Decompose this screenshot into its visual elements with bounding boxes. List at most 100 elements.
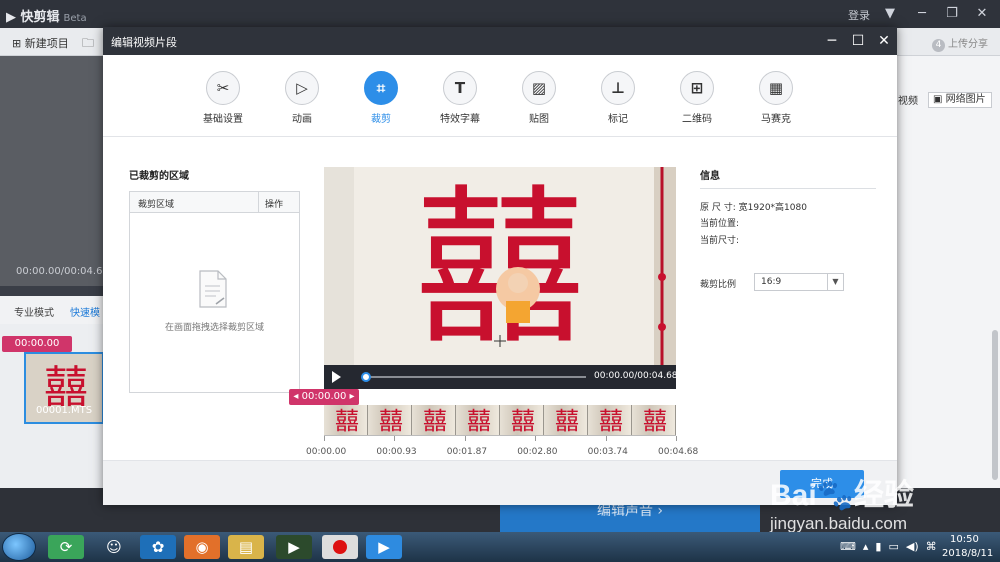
- windows-taskbar: ⟳ ☺ ✿ ◉ ▤ ▶ ▶ ⌨ ▴ ▮ ▭ ◀) ⌘: [0, 532, 1000, 562]
- crop-icon: ⌗: [364, 71, 398, 105]
- tab-mosaic[interactable]: ▦ 马赛克: [741, 71, 811, 125]
- minimize-icon[interactable]: ─: [910, 4, 934, 24]
- filmstrip-frame: 囍: [500, 405, 544, 435]
- baidu-logo-cn: 经验: [854, 479, 915, 512]
- column-action: 操作: [265, 200, 284, 210]
- current-position-label: 当前位置:: [700, 219, 740, 229]
- volume-icon[interactable]: ◀): [906, 540, 919, 553]
- network-icon[interactable]: ▭: [888, 540, 898, 553]
- clock-date[interactable]: 2018/8/11: [942, 548, 993, 559]
- app-logo: ▶ 快剪辑 Beta: [6, 6, 87, 25]
- crop-ratio-label: 裁剪比例: [700, 280, 737, 290]
- qq-icon[interactable]: ☺: [96, 535, 132, 559]
- login-link[interactable]: 登录: [848, 7, 870, 23]
- network-image-button[interactable]: ▣ 网络图片: [928, 92, 992, 108]
- svg-text:囍: 囍: [555, 407, 579, 433]
- video-canvas[interactable]: 囍: [324, 167, 676, 389]
- app-title-suffix: Beta: [63, 13, 87, 24]
- app-tab-icon[interactable]: ▶: [276, 535, 312, 559]
- keyboard-icon[interactable]: ⌨: [840, 540, 856, 553]
- player-time: 00:00.00/00:04.68: [594, 371, 678, 381]
- cropped-areas-title: 已裁剪的区域: [129, 171, 189, 182]
- text-t-icon: T: [443, 71, 477, 105]
- original-size-row: 原 尺 寸: 宽1920*高1080: [700, 200, 807, 213]
- panel-scrollbar[interactable]: [992, 330, 998, 480]
- tab-crop[interactable]: ⌗ 裁剪: [346, 71, 416, 125]
- baidu-watermark: Bai🐾经验 jingyan.baidu.com: [770, 462, 980, 542]
- app-preview-timecode: 00:00.00/00:04.68: [16, 266, 109, 277]
- progress-bar[interactable]: [362, 376, 586, 378]
- device-icon[interactable]: ▮: [875, 540, 881, 553]
- player-controls: 00:00.00/00:04.68: [324, 365, 678, 389]
- mosaic-icon: ▦: [759, 71, 793, 105]
- record-icon[interactable]: [322, 535, 358, 559]
- edit-audio-label: 编辑声音: [596, 503, 653, 519]
- filmstrip-frame: 囍: [412, 405, 456, 435]
- ruler-tick: [324, 436, 325, 441]
- tab-label: 特效字幕: [440, 114, 480, 125]
- maximize-icon[interactable]: ☐: [847, 31, 869, 51]
- current-size-label: 当前尺寸:: [700, 236, 740, 246]
- tab-label: 马赛克: [761, 114, 791, 125]
- close-app-icon[interactable]: ✕: [970, 4, 994, 24]
- time-ruler: [324, 435, 677, 443]
- info-title: 信息: [700, 171, 720, 182]
- firefox-icon[interactable]: ◉: [184, 535, 220, 559]
- input-method-icon[interactable]: ⌘: [926, 540, 937, 553]
- tab-qr-code[interactable]: ⊞ 二维码: [662, 71, 732, 125]
- paw-icon: 🐾: [816, 479, 855, 512]
- tab-mark[interactable]: ⊥ 标记: [583, 71, 653, 125]
- filmstrip-frame: 囍: [544, 405, 588, 435]
- progress-knob[interactable]: [361, 372, 371, 382]
- new-project-button[interactable]: ⊞ 新建项目: [12, 35, 69, 51]
- upload-share-label: 上传分享: [948, 39, 988, 50]
- app-preview-area: [0, 56, 104, 286]
- video-button[interactable]: 视频: [898, 92, 918, 107]
- media-player-icon[interactable]: ✿: [140, 535, 176, 559]
- original-size-label: 原 尺 寸:: [700, 203, 736, 213]
- crop-ratio-select[interactable]: 16:9 ▼: [754, 273, 844, 291]
- dropdown-menu-icon[interactable]: ▼: [878, 4, 902, 24]
- play-frame-icon: ▷: [285, 71, 319, 105]
- mode-quick-tab[interactable]: 快速模: [70, 304, 100, 319]
- close-icon[interactable]: ✕: [873, 31, 895, 51]
- original-size-value: 宽1920*高1080: [738, 203, 807, 213]
- minimize-icon[interactable]: ─: [821, 31, 843, 51]
- tab-effect-subtitles[interactable]: T 特效字幕: [425, 71, 495, 125]
- svg-text:囍: 囍: [335, 407, 359, 433]
- ruler-tick: [394, 436, 396, 441]
- clock-time[interactable]: 10:50: [950, 534, 979, 545]
- svg-text:囍: 囍: [511, 407, 535, 433]
- restore-icon[interactable]: ❐: [940, 4, 964, 24]
- tab-basic-settings[interactable]: ✂ 基础设置: [188, 71, 258, 125]
- kuaijianji-taskbar-icon[interactable]: ▶: [366, 535, 402, 559]
- step-number: 4: [932, 39, 945, 52]
- svg-text:囍: 囍: [643, 407, 667, 433]
- baidu-logo-text: Bai: [770, 479, 817, 512]
- tab-label: 标记: [608, 114, 628, 125]
- chevron-down-icon: ▼: [827, 274, 843, 290]
- filmstrip[interactable]: 囍囍囍囍囍囍囍囍: [324, 405, 676, 435]
- info-divider: [700, 188, 876, 189]
- tab-sticker[interactable]: ▨ 贴图: [504, 71, 574, 125]
- tab-label: 动画: [292, 114, 312, 125]
- filmstrip-frame: 囍: [632, 405, 676, 435]
- tab-animation[interactable]: ▷ 动画: [267, 71, 337, 125]
- qr-code-icon: ⊞: [680, 71, 714, 105]
- filmstrip-frame: 囍: [324, 405, 368, 435]
- tab-label: 裁剪: [371, 114, 391, 125]
- start-button[interactable]: [2, 533, 36, 561]
- svg-text:囍: 囍: [379, 407, 403, 433]
- app-playhead[interactable]: 00:00.00: [2, 336, 72, 352]
- app-titlebar: ▶ 快剪辑 Beta 登录 ▼ ─ ❐ ✕: [0, 0, 1000, 28]
- ruler-tick-label: 00:04.68: [658, 447, 699, 457]
- ruler-tick: [535, 436, 537, 441]
- pin-icon: ⊥: [601, 71, 635, 105]
- file-explorer-icon[interactable]: ▤: [228, 535, 264, 559]
- folder-icon[interactable]: 🗀: [82, 34, 94, 55]
- tray-arrow-icon[interactable]: ▴: [863, 540, 869, 553]
- mode-pro-tab[interactable]: 专业模式: [14, 304, 54, 319]
- browser-360-icon[interactable]: ⟳: [48, 535, 84, 559]
- upload-share-step: 4 上传分享: [932, 35, 988, 52]
- play-icon[interactable]: [332, 371, 341, 383]
